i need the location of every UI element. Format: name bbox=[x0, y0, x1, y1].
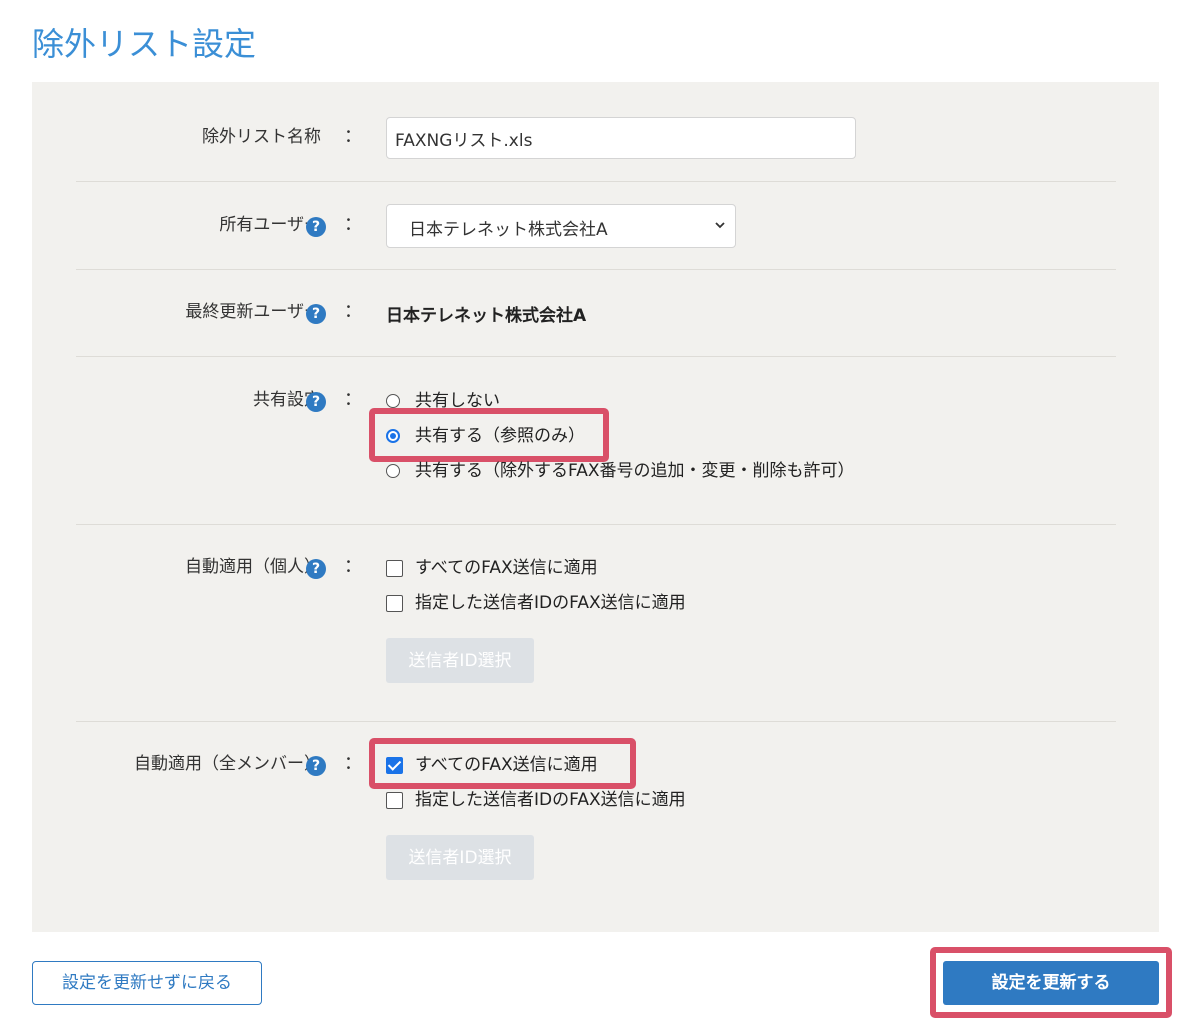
checkbox-label: すべてのFAX送信に適用 bbox=[415, 558, 598, 578]
highlight-box bbox=[369, 408, 609, 462]
chevron-down-icon bbox=[715, 222, 725, 229]
auto-all-colon: ： bbox=[344, 753, 362, 774]
divider bbox=[76, 181, 1116, 182]
name-label: 除外リスト名称 bbox=[202, 127, 321, 147]
help-icon[interactable]: ? bbox=[306, 304, 326, 324]
last-updated-user-value: 日本テレネット株式会社A bbox=[386, 306, 587, 326]
divider bbox=[76, 356, 1116, 357]
sender-id-select-button[interactable]: 送信者ID選択 bbox=[386, 835, 534, 880]
radio-button[interactable] bbox=[386, 464, 400, 478]
help-icon[interactable]: ? bbox=[306, 392, 326, 412]
settings-panel: 除外リスト名称 ： 所有ユーザー ? ： 日本テレネット株式会社A 最終更新ユー… bbox=[32, 82, 1159, 932]
owner-select-value: 日本テレネット株式会社A bbox=[409, 220, 608, 240]
last-updated-user-label: 最終更新ユーザー bbox=[185, 302, 321, 322]
highlight-box bbox=[369, 738, 636, 789]
checkbox-label: 指定した送信者IDのFAX送信に適用 bbox=[415, 593, 686, 613]
divider bbox=[76, 524, 1116, 525]
checkbox[interactable] bbox=[386, 792, 403, 809]
page-title: 除外リスト設定 bbox=[32, 25, 257, 63]
divider bbox=[76, 269, 1116, 270]
help-icon[interactable]: ? bbox=[306, 559, 326, 579]
radio-button[interactable] bbox=[386, 394, 400, 408]
back-without-update-button[interactable]: 設定を更新せずに戻る bbox=[32, 961, 262, 1005]
checkbox[interactable] bbox=[386, 560, 403, 577]
auto-personal-label: 自動適用（個人） bbox=[185, 557, 321, 577]
last-updated-user-colon: ： bbox=[344, 301, 362, 322]
owner-select[interactable]: 日本テレネット株式会社A bbox=[386, 204, 736, 248]
sharing-colon: ： bbox=[344, 389, 362, 410]
divider bbox=[76, 721, 1116, 722]
auto-all-label: 自動適用（全メンバー） bbox=[134, 754, 321, 774]
help-icon[interactable]: ? bbox=[306, 217, 326, 237]
highlight-box bbox=[930, 947, 1172, 1018]
checkbox-label: 指定した送信者IDのFAX送信に適用 bbox=[415, 790, 686, 810]
owner-colon: ： bbox=[344, 214, 362, 235]
sender-id-select-button[interactable]: 送信者ID選択 bbox=[386, 638, 534, 683]
radio-label: 共有する（除外するFAX番号の追加・変更・削除も許可） bbox=[415, 461, 855, 481]
name-colon: ： bbox=[344, 126, 362, 147]
auto-personal-colon: ： bbox=[344, 556, 362, 577]
checkbox[interactable] bbox=[386, 595, 403, 612]
help-icon[interactable]: ? bbox=[306, 756, 326, 776]
list-name-input[interactable] bbox=[386, 117, 856, 159]
